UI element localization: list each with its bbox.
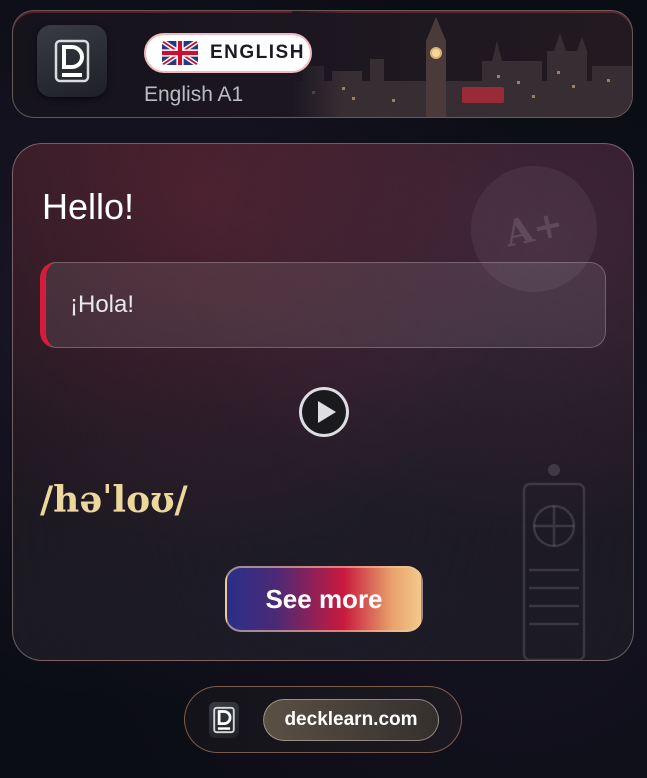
uk-flag-icon (162, 41, 198, 65)
play-icon (302, 390, 346, 434)
see-more-button[interactable]: See more (225, 566, 423, 632)
translation-text: ¡Hola! (70, 291, 135, 318)
play-audio-button[interactable] (299, 387, 349, 437)
tower-decoration-icon (522, 464, 586, 660)
flashcard-screen: ENGLISH English A1 A+ Hello! ¡Hola! /həˈ… (0, 0, 647, 778)
translation-box: ¡Hola! (40, 262, 606, 348)
course-label: English A1 (144, 83, 244, 106)
grade-badge-text: A+ (501, 202, 567, 256)
language-selector[interactable]: ENGLISH (144, 33, 312, 73)
website-link[interactable]: decklearn.com (263, 699, 439, 741)
decklearn-logo-icon (37, 25, 107, 97)
london-skyline-illustration (292, 11, 632, 117)
language-label: ENGLISH (210, 42, 305, 63)
decklearn-logo-icon (209, 702, 239, 738)
footer-bar: decklearn.com (184, 686, 462, 753)
flashcard: A+ Hello! ¡Hola! /həˈloʊ/ See more (12, 143, 634, 661)
flashcard-word: Hello! (42, 186, 135, 227)
course-header: ENGLISH English A1 (12, 10, 633, 118)
phonetic-transcription: /həˈloʊ/ (40, 479, 188, 521)
